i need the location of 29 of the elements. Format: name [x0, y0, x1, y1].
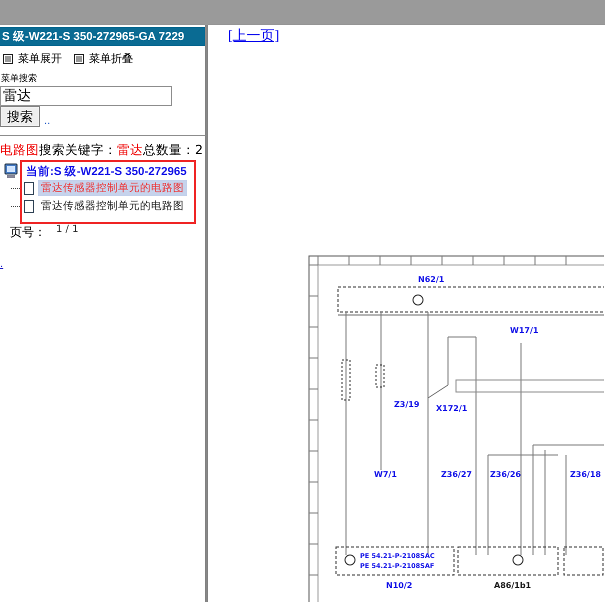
- tree-root-label[interactable]: 当前:S 级-W221-S 350-272965: [26, 164, 187, 178]
- diagram-label: W7/1: [374, 470, 397, 479]
- search-button[interactable]: 搜索: [0, 106, 40, 127]
- previous-page-link[interactable]: [上一页]: [228, 27, 280, 45]
- menu-action-link[interactable]: 菜单展开: [18, 51, 62, 66]
- diagram-label: A86/1b1: [494, 581, 532, 590]
- document-icon: [24, 200, 34, 212]
- diagram-label: W17/1: [510, 326, 538, 335]
- diagram-label: Z36/27: [441, 470, 472, 479]
- dots-link[interactable]: ..: [44, 116, 50, 127]
- search-label: 菜单搜索: [0, 72, 38, 85]
- tree-item[interactable]: 雷达传感器控制单元的电路图: [38, 198, 187, 214]
- window-title: S 级-W221-S 350-272965-GA 7229: [0, 27, 205, 46]
- page-number: 1 / 1: [56, 224, 78, 237]
- menu-action-link[interactable]: 菜单折叠: [89, 51, 133, 66]
- search-field[interactable]: 雷达: [0, 86, 172, 106]
- diagram-label: Z36/26: [490, 470, 521, 479]
- diagram-label: N10/2: [386, 581, 412, 590]
- diagram-label: Z36/18: [570, 470, 601, 479]
- diagram-label: Z3/19: [394, 400, 420, 409]
- list-icon[interactable]: [74, 54, 84, 64]
- computer-icon: [3, 163, 19, 179]
- diagram-label: N62/1: [418, 275, 444, 284]
- page-label: 页号：: [10, 224, 46, 241]
- list-icon[interactable]: [3, 54, 13, 64]
- document-icon: [24, 182, 34, 194]
- diagram-label: X172/1: [436, 404, 468, 413]
- search-summary: 电路图搜索关键字：雷达总数量：2: [0, 142, 204, 159]
- link[interactable]: .: [0, 259, 4, 270]
